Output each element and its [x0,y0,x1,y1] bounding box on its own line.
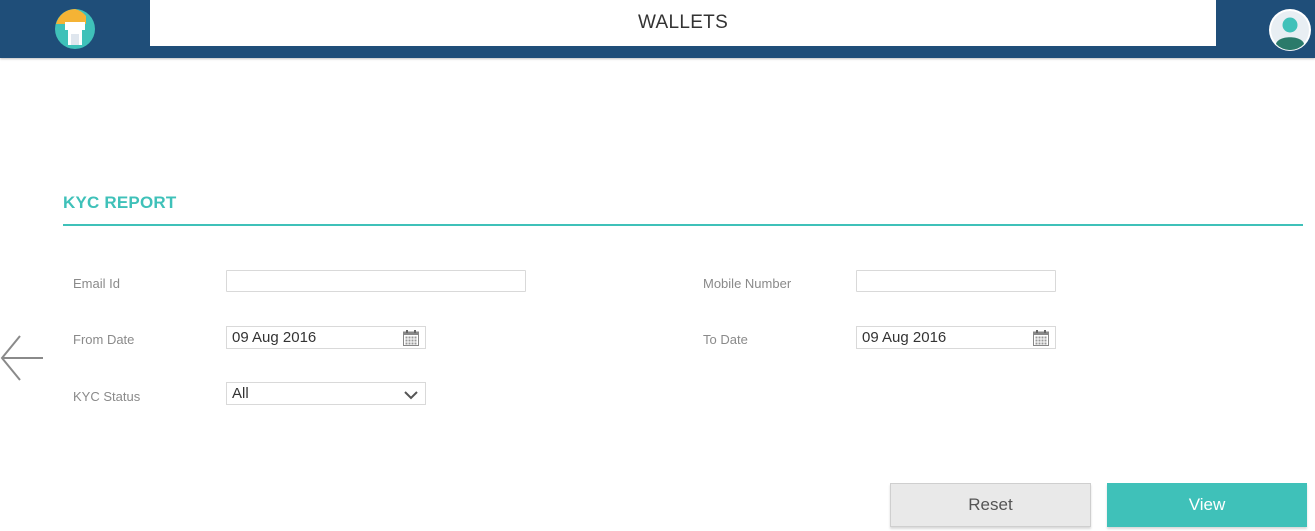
mobile-number-input[interactable] [856,270,1056,292]
email-label: Email Id [73,276,120,291]
calendar-icon[interactable] [403,330,419,346]
section-divider [63,224,1303,226]
kyc-status-value: All [232,385,249,402]
section-title: KYC REPORT [63,193,177,212]
top-bar: WALLETS [0,0,1315,58]
chevron-down-icon [404,388,418,400]
mobile-number-label: Mobile Number [703,276,792,291]
calendar-icon[interactable] [1033,330,1049,346]
kyc-status-label: KYC Status [73,389,141,404]
to-date-value: 09 Aug 2016 [862,329,947,346]
app-title: WALLETS [637,12,729,33]
user-avatar-icon[interactable] [1268,8,1312,52]
from-date-label: From Date [73,332,135,347]
kyc-status-select[interactable]: All [226,382,426,405]
view-button[interactable]: View [1107,483,1307,527]
to-date-field[interactable]: 09 Aug 2016 [856,326,1056,349]
to-date-label: To Date [703,332,748,347]
from-date-field[interactable]: 09 Aug 2016 [226,326,426,349]
reset-button[interactable]: Reset [890,483,1091,527]
back-arrow-icon[interactable] [0,332,44,384]
shop-logo-icon[interactable] [54,8,96,50]
from-date-value: 09 Aug 2016 [232,329,317,346]
email-input[interactable] [226,270,526,292]
title-panel: WALLETS [150,0,1216,46]
